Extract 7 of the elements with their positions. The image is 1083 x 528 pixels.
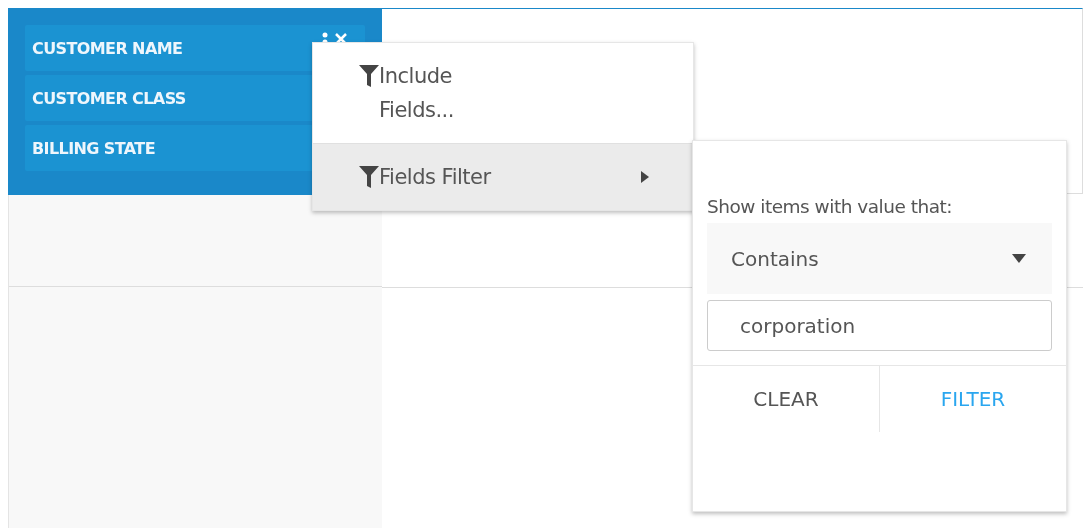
clear-button[interactable]: CLEAR (693, 366, 879, 432)
menu-item[interactable]: Include Fields... (313, 43, 693, 143)
condition-select[interactable]: Contains (707, 223, 1052, 294)
filter-value-field[interactable]: corporation (707, 300, 1052, 351)
field-chip[interactable]: CUSTOMER NAME (25, 25, 365, 71)
menu-item[interactable]: Fields Filter (313, 143, 693, 210)
filter-prompt: Show items with value that: (707, 196, 953, 217)
